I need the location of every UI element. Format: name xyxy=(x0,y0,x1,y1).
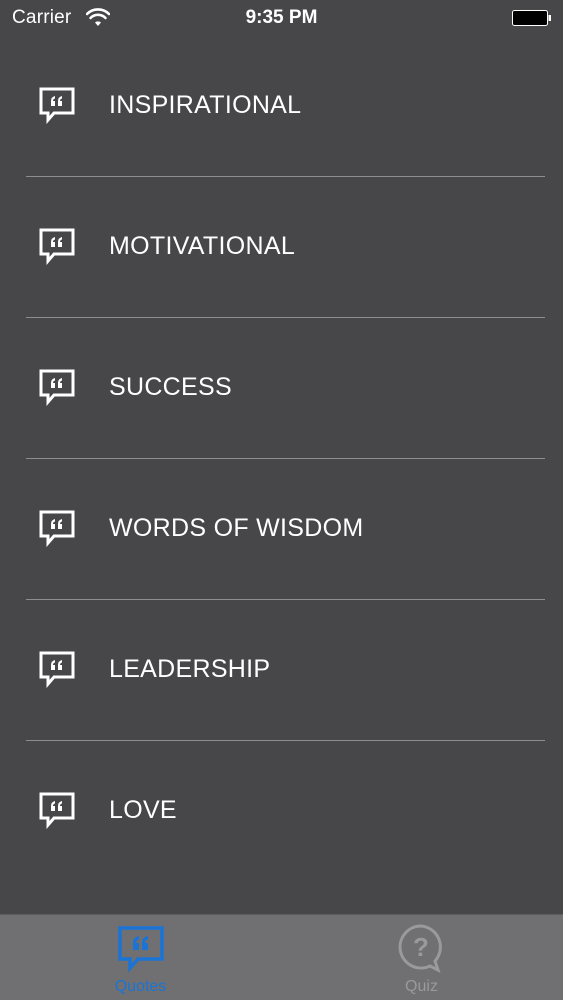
category-label: INSPIRATIONAL xyxy=(109,91,302,119)
svg-text:?: ? xyxy=(413,932,429,962)
question-bubble-icon: ? xyxy=(398,924,442,973)
quote-bubble-icon xyxy=(39,510,75,547)
category-label: WORDS OF WISDOM xyxy=(109,514,364,542)
quote-bubble-icon xyxy=(39,228,75,265)
tab-bar: Quotes ? Quiz xyxy=(0,914,563,1000)
category-label: LEADERSHIP xyxy=(109,655,271,683)
category-item-leadership[interactable]: LEADERSHIP xyxy=(26,600,545,741)
app-screen: Carrier 9:35 PM INSPIRATIONAL MOTIVATION… xyxy=(0,0,563,1000)
category-item-motivational[interactable]: MOTIVATIONAL xyxy=(26,177,545,318)
category-item-success[interactable]: SUCCESS xyxy=(26,318,545,459)
quote-bubble-icon xyxy=(39,87,75,124)
battery-icon xyxy=(512,10,551,26)
category-item-love[interactable]: LOVE xyxy=(26,741,545,881)
status-bar: Carrier 9:35 PM xyxy=(0,0,563,38)
quote-bubble-icon xyxy=(39,651,75,688)
category-item-inspirational[interactable]: INSPIRATIONAL xyxy=(26,36,545,177)
category-item-words-of-wisdom[interactable]: WORDS OF WISDOM xyxy=(26,459,545,600)
category-label: LOVE xyxy=(109,796,177,824)
quote-bubble-icon xyxy=(39,792,75,829)
quote-bubble-icon xyxy=(39,369,75,406)
status-time: 9:35 PM xyxy=(245,7,318,28)
category-label: SUCCESS xyxy=(109,373,232,401)
category-label: MOTIVATIONAL xyxy=(109,232,296,260)
quote-bubble-icon xyxy=(118,926,164,973)
tab-quotes[interactable]: Quotes xyxy=(0,915,281,1000)
tab-label: Quotes xyxy=(114,978,167,995)
tab-quiz[interactable]: ? Quiz xyxy=(281,915,562,1000)
tab-label: Quiz xyxy=(405,978,438,995)
category-list: INSPIRATIONAL MOTIVATIONAL SUCCESS WORDS… xyxy=(0,36,563,881)
